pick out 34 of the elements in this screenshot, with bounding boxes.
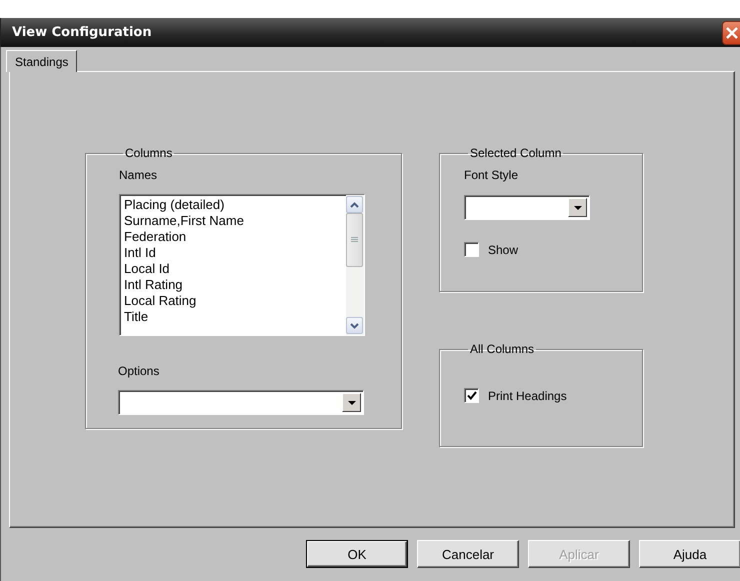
grip-icon [351, 237, 358, 243]
dialog-button[interactable]: Cancelar [417, 540, 519, 568]
field-label: Options [118, 364, 160, 378]
close-icon [726, 26, 738, 38]
list-item[interactable]: Intl Id [124, 245, 346, 261]
list-item[interactable]: Federation [124, 229, 346, 245]
dropdown-arrow-icon [348, 400, 356, 404]
scroll-down-icon [350, 322, 359, 328]
scroll-up-icon [350, 202, 359, 208]
list-item[interactable]: Local Rating [124, 293, 346, 309]
group-title: Selected Column [469, 146, 562, 160]
close-button[interactable] [722, 20, 740, 44]
options-dropdown[interactable] [118, 390, 364, 415]
dialog-button[interactable]: Ajuda [639, 540, 740, 568]
checkbox-label: Show [488, 242, 518, 256]
field-label: Font Style [464, 168, 520, 182]
group-title: All Columns [469, 342, 536, 356]
checkbox[interactable] [464, 388, 479, 403]
group-title: Columns [124, 146, 174, 160]
names-list[interactable]: Placing (detailed) Surname,First Name Federation Intl Id Local Id Intl Rating Local Rating Title [119, 194, 365, 336]
font-style-dropdown[interactable] [464, 195, 590, 220]
tab[interactable]: Standings [6, 50, 78, 72]
window-title: View Configuration [12, 25, 152, 40]
dropdown-arrow-icon [574, 206, 582, 210]
checkbox-label: Print Headings [488, 388, 567, 402]
checkbox[interactable] [464, 242, 479, 257]
list-item[interactable]: Placing (detailed) [124, 197, 346, 213]
field-label: Names [119, 168, 158, 182]
dialog-button[interactable]: OK [306, 540, 408, 568]
list-item[interactable]: Surname,First Name [124, 213, 346, 229]
scrollbar[interactable] [346, 195, 364, 335]
list-item[interactable]: Intl Rating [124, 277, 346, 293]
list-item[interactable]: Title [124, 309, 346, 325]
list-item[interactable]: Local Id [124, 261, 346, 277]
